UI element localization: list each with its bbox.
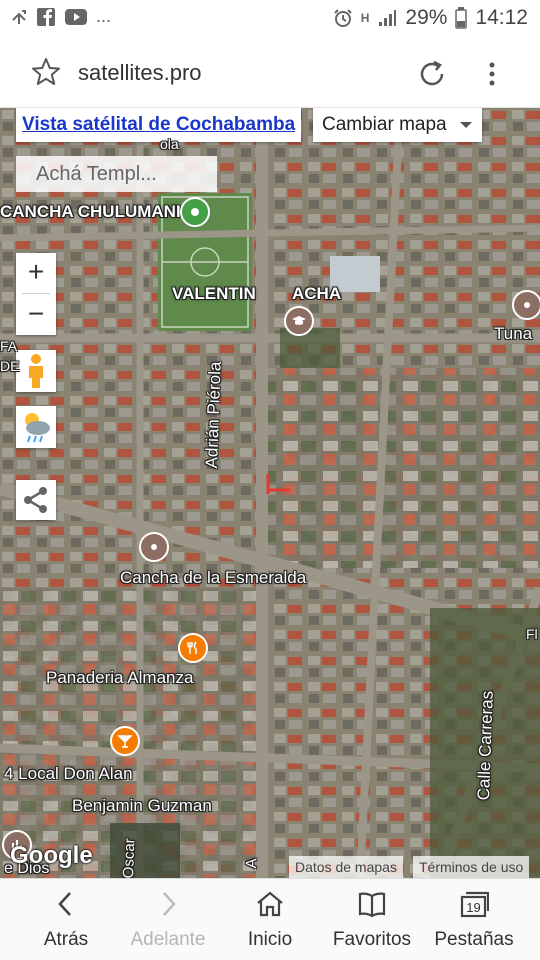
- terms-link[interactable]: Términos de uso: [413, 856, 530, 878]
- map-label-de: DE: [0, 358, 20, 374]
- nav-tabs-label: Pestañas: [434, 929, 514, 950]
- map-label-acha: ACHA: [292, 284, 342, 303]
- nav-forward-button[interactable]: Adelante: [114, 879, 222, 960]
- map-label-adrian-pierola: Adrián Piérola: [202, 361, 225, 469]
- url-field[interactable]: satellites.pro: [78, 60, 202, 86]
- zoom-divider: [22, 293, 50, 294]
- map-search-input[interactable]: Achá Templ...: [16, 156, 217, 192]
- restaurant-pin-icon[interactable]: [178, 633, 208, 663]
- change-map-label: Cambiar mapa: [322, 114, 447, 135]
- satellite-imagery: [0, 108, 540, 878]
- bar-pin-icon[interactable]: [110, 726, 140, 756]
- nav-home-label: Inicio: [247, 929, 293, 950]
- map-label-valentin: VALENTIN: [172, 284, 256, 303]
- status-right: H 29% 14:12: [333, 6, 528, 30]
- map-label-calle-carreras: Calle Carreras: [474, 690, 497, 801]
- facebook-icon: [36, 7, 56, 27]
- overflow-menu-icon[interactable]: [480, 56, 504, 92]
- zoom-in-button[interactable]: +: [16, 253, 56, 293]
- satellite-map[interactable]: Vista satélital de Cochabamba Cambiar ma…: [0, 108, 540, 878]
- google-logo: Google: [10, 842, 93, 869]
- map-label-a: A: [243, 857, 261, 869]
- map-title-link[interactable]: Vista satélital de Cochabamba: [22, 114, 295, 135]
- weather-icon[interactable]: [16, 406, 56, 448]
- place-pin-icon[interactable]: [512, 290, 540, 320]
- star-icon[interactable]: [30, 56, 62, 88]
- bottom-navigation: Atrás Adelante Inicio Favoritos 19 Pesta…: [0, 878, 540, 960]
- zoom-control: + −: [16, 253, 56, 335]
- map-label-cancha-chulumani: CANCHA CHULUMANI: [0, 202, 181, 221]
- browser-toolbar: satellites.pro: [0, 38, 540, 108]
- alarm-icon: [333, 8, 353, 28]
- change-map-dropdown[interactable]: Cambiar mapa: [313, 108, 482, 142]
- map-label-oscar: Oscar: [120, 838, 139, 878]
- map-label-fa: FA: [0, 338, 18, 354]
- map-label-local-don-alan: 4 Local Don Alan: [4, 764, 133, 783]
- status-left: ...: [10, 6, 111, 27]
- network-badge: H: [360, 11, 370, 25]
- usb-icon: [10, 8, 28, 26]
- nav-bookmarks-label: Favoritos: [332, 929, 412, 950]
- nav-forward-label: Adelante: [130, 929, 206, 950]
- park-pin-icon[interactable]: [180, 197, 210, 227]
- map-label-benjamin-guzman: Benjamin Guzman: [72, 796, 212, 815]
- map-label-cancha-esmeralda: Cancha de la Esmeralda: [120, 568, 307, 587]
- youtube-icon: [64, 8, 88, 26]
- clock: 14:12: [475, 6, 528, 29]
- zoom-out-button[interactable]: −: [16, 295, 56, 335]
- more-notifications: ...: [96, 6, 112, 26]
- bookmarks-icon: [357, 889, 387, 919]
- dropdown-caret-icon: [460, 122, 472, 128]
- map-label-fl: Fl: [526, 626, 538, 642]
- nav-bookmarks-button[interactable]: Favoritos: [318, 879, 426, 960]
- map-title-box: Vista satélital de Cochabamba: [16, 108, 302, 142]
- nav-tabs-button[interactable]: 19 Pestañas: [420, 879, 528, 960]
- back-arrow-icon: [51, 889, 81, 919]
- tabs-icon: 19: [459, 889, 490, 919]
- share-icon[interactable]: [16, 480, 56, 520]
- reload-icon[interactable]: [414, 56, 450, 92]
- nav-back-label: Atrás: [43, 929, 89, 950]
- home-icon: [255, 889, 285, 919]
- forward-arrow-icon: [153, 889, 183, 919]
- map-data-link[interactable]: Datos de mapas: [289, 856, 403, 878]
- map-label-ola: ola: [160, 136, 179, 152]
- nav-home-button[interactable]: Inicio: [216, 879, 324, 960]
- tabs-count-badge: 19: [466, 900, 480, 915]
- signal-icon: [377, 8, 397, 28]
- battery-percent: 29%: [405, 6, 448, 29]
- map-label-panaderia-almanza: Panaderia Almanza: [46, 668, 194, 687]
- pegman-icon[interactable]: [16, 350, 56, 392]
- map-label-tuna: Tuna: [494, 324, 533, 343]
- status-bar: ... H 29% 14:12: [0, 0, 540, 38]
- nav-back-button[interactable]: Atrás: [12, 879, 120, 960]
- place-pin-icon[interactable]: [139, 532, 169, 562]
- school-pin-icon[interactable]: [284, 306, 314, 336]
- battery-icon: [455, 7, 468, 29]
